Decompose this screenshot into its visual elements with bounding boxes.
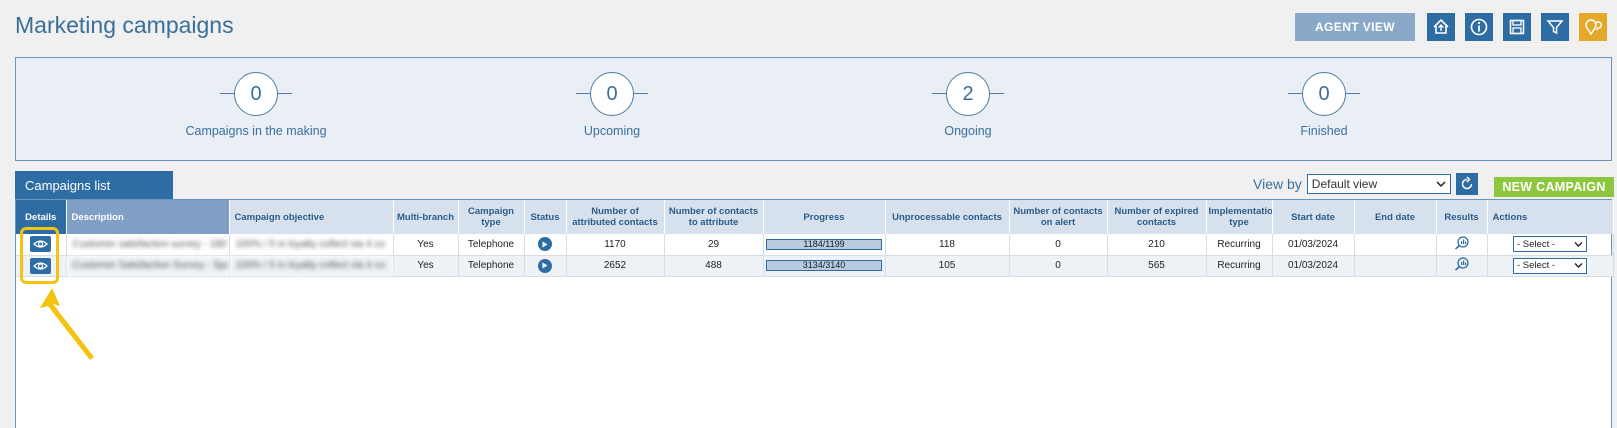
col-objective[interactable]: Campaign objective bbox=[229, 200, 394, 234]
results-cell bbox=[1436, 234, 1488, 256]
campaign-status-summary: 0 Campaigns in the making 0 Upcoming 2 O… bbox=[15, 57, 1612, 161]
kpi-value: 0 bbox=[1302, 72, 1346, 116]
page: Marketing campaigns AGENT VIEW 0 Campaig… bbox=[0, 0, 1617, 428]
play-icon[interactable] bbox=[538, 258, 552, 273]
campaigns-table: Details Description Campaign objective M… bbox=[15, 199, 1614, 428]
attributed-cell: 1170 bbox=[566, 234, 665, 256]
view-by-label: View by bbox=[1253, 176, 1302, 192]
kpi-upcoming[interactable]: 0 Upcoming bbox=[492, 72, 732, 138]
progress-bar: 1184/1199 bbox=[766, 238, 882, 250]
table-row: Customer Satisfaction Survey - Spare 100… bbox=[16, 255, 1614, 277]
location-help-icon[interactable] bbox=[1579, 13, 1607, 41]
col-start-date[interactable]: Start date bbox=[1272, 200, 1355, 234]
agent-view-button[interactable]: AGENT VIEW bbox=[1294, 13, 1415, 41]
col-status[interactable]: Status bbox=[524, 200, 567, 234]
col-expired[interactable]: Number of expired contacts bbox=[1107, 200, 1207, 234]
col-actions[interactable]: Actions bbox=[1487, 200, 1614, 234]
top-actions: AGENT VIEW bbox=[1294, 13, 1607, 41]
description-cell: Customer Satisfaction Survey - Spare bbox=[66, 255, 230, 277]
col-description[interactable]: Description bbox=[66, 200, 230, 234]
action-select[interactable]: - Select - bbox=[1513, 236, 1587, 253]
tab-campaigns-list[interactable]: Campaigns list bbox=[15, 171, 173, 199]
actions-cell: - Select - bbox=[1487, 255, 1614, 277]
action-select[interactable]: - Select - bbox=[1513, 257, 1587, 274]
pointer-arrow-icon bbox=[40, 288, 94, 360]
table-header-row: Details Description Campaign objective M… bbox=[16, 200, 1614, 234]
kpi-value: 2 bbox=[946, 72, 990, 116]
col-multi-branch[interactable]: Multi-branch bbox=[393, 200, 459, 234]
results-chart-icon[interactable] bbox=[1454, 257, 1470, 271]
kpi-label: Finished bbox=[1300, 124, 1348, 138]
col-attributed[interactable]: Number of attributed contacts bbox=[566, 200, 665, 234]
implementation-cell: Recurring bbox=[1206, 234, 1273, 256]
kpi-label: Ongoing bbox=[944, 124, 992, 138]
col-to-attribute[interactable]: Number of contacts to attribute bbox=[664, 200, 764, 234]
kpi-ongoing[interactable]: 2 Ongoing bbox=[848, 72, 1088, 138]
unprocessable-cell: 105 bbox=[885, 255, 1010, 277]
action-select-value: - Select - bbox=[1517, 260, 1556, 271]
multi-branch-cell: Yes bbox=[393, 234, 459, 256]
col-on-alert[interactable]: Number of contacts on alert bbox=[1009, 200, 1108, 234]
campaign-type-cell: Telephone bbox=[458, 255, 525, 277]
unprocessable-cell: 118 bbox=[885, 234, 1010, 256]
col-end-date[interactable]: End date bbox=[1354, 200, 1437, 234]
view-by: View by Default view bbox=[1253, 173, 1478, 195]
kpi-value: 0 bbox=[234, 72, 278, 116]
details-highlight-box bbox=[20, 227, 59, 284]
info-icon[interactable] bbox=[1465, 13, 1493, 41]
chevron-down-icon bbox=[1574, 263, 1583, 268]
page-title: Marketing campaigns bbox=[15, 12, 234, 38]
objective-cell: 100% / 5 in loyalty collect via 4 co bbox=[229, 255, 394, 277]
expired-cell: 210 bbox=[1107, 234, 1207, 256]
description-cell: Customer satisfaction survey - 180 bbox=[66, 234, 230, 256]
status-cell bbox=[524, 234, 567, 256]
save-icon[interactable] bbox=[1503, 13, 1531, 41]
chevron-down-icon bbox=[1574, 241, 1583, 247]
action-select-value: - Select - bbox=[1517, 238, 1556, 250]
kpi-label: Campaigns in the making bbox=[185, 124, 327, 138]
kpi-label: Upcoming bbox=[583, 124, 641, 138]
progress-bar: 3134/3140 bbox=[766, 259, 882, 271]
implementation-cell: Recurring bbox=[1206, 255, 1273, 277]
home-upload-icon[interactable] bbox=[1427, 13, 1455, 41]
kpi-in-the-making[interactable]: 0 Campaigns in the making bbox=[136, 72, 376, 138]
col-campaign-type[interactable]: Campaign type bbox=[458, 200, 525, 234]
progress-cell: 1184/1199 bbox=[763, 234, 886, 256]
table-row: Customer satisfaction survey - 180 100% … bbox=[16, 234, 1614, 256]
end-date-cell bbox=[1354, 234, 1437, 256]
col-unprocessable[interactable]: Unprocessable contacts bbox=[885, 200, 1010, 234]
to-attribute-cell: 488 bbox=[664, 255, 764, 277]
col-implementation[interactable]: Implementation type bbox=[1206, 200, 1273, 234]
kpi-finished[interactable]: 0 Finished bbox=[1204, 72, 1444, 138]
results-chart-icon[interactable] bbox=[1454, 236, 1470, 250]
campaign-type-cell: Telephone bbox=[458, 234, 525, 256]
new-campaign-button[interactable]: NEW CAMPAIGN bbox=[1494, 177, 1614, 197]
objective-cell: 100% / 5 in loyalty collect via 4 co bbox=[229, 234, 394, 256]
refresh-icon bbox=[1461, 176, 1473, 190]
view-by-value: Default view bbox=[1311, 177, 1378, 191]
expired-cell: 565 bbox=[1107, 255, 1207, 277]
on-alert-cell: 0 bbox=[1009, 255, 1108, 277]
col-results[interactable]: Results bbox=[1436, 200, 1488, 234]
col-progress[interactable]: Progress bbox=[763, 200, 886, 234]
chevron-down-icon bbox=[1436, 181, 1446, 188]
refresh-button[interactable] bbox=[1455, 173, 1478, 195]
status-cell bbox=[524, 255, 567, 277]
on-alert-cell: 0 bbox=[1009, 234, 1108, 256]
view-by-select[interactable]: Default view bbox=[1306, 174, 1451, 194]
play-icon[interactable] bbox=[538, 237, 552, 252]
start-date-cell: 01/03/2024 bbox=[1272, 234, 1355, 256]
filter-icon[interactable] bbox=[1541, 13, 1569, 41]
kpi-value: 0 bbox=[590, 72, 634, 116]
to-attribute-cell: 29 bbox=[664, 234, 764, 256]
results-cell bbox=[1436, 255, 1488, 277]
actions-cell: - Select - bbox=[1487, 234, 1614, 256]
end-date-cell bbox=[1354, 255, 1437, 277]
start-date-cell: 01/03/2024 bbox=[1272, 255, 1355, 277]
attributed-cell: 2652 bbox=[566, 255, 665, 277]
progress-cell: 3134/3140 bbox=[763, 255, 886, 277]
multi-branch-cell: Yes bbox=[393, 255, 459, 277]
